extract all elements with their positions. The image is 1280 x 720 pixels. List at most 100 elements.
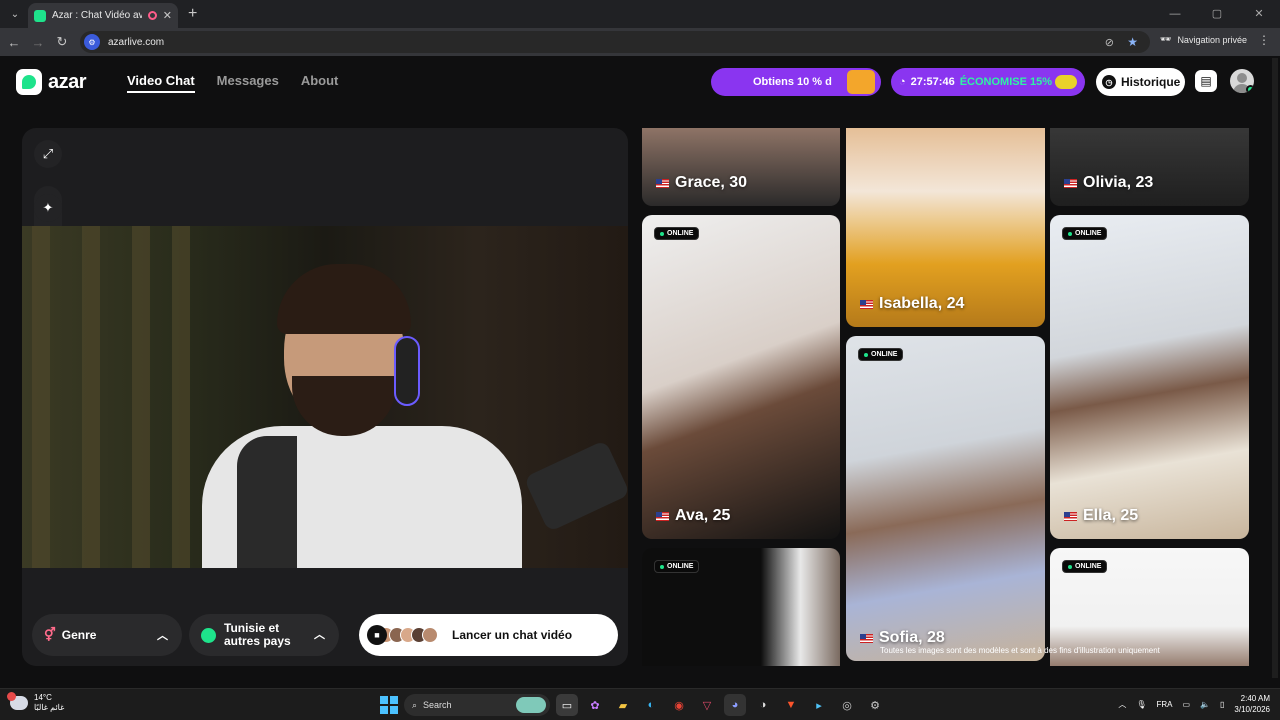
magic-wand-icon[interactable]: ✦: [34, 194, 62, 222]
windows-start-icon[interactable]: [380, 696, 398, 714]
genre-label: Genre: [61, 628, 97, 642]
volume-icon[interactable]: 🔈: [1200, 700, 1210, 709]
cloud-icon: [7, 692, 28, 710]
microphone-icon[interactable]: 🎙: [1136, 700, 1146, 709]
minimize-icon[interactable]: —: [1154, 0, 1196, 28]
history-clock-icon: ◷: [1102, 75, 1116, 89]
country-label: Tunisie et autres pays: [224, 621, 291, 648]
chevron-up-icon: ︿: [157, 630, 168, 642]
weather-desc: غائم غالبًا: [34, 703, 65, 712]
azar-logo[interactable]: azar: [16, 69, 87, 95]
discount-promo-button[interactable]: Obtiens 10 % d: [711, 68, 881, 96]
us-flag-icon: [656, 511, 669, 521]
profile-name-row: Sofia, 28: [860, 629, 945, 647]
copilot-icon[interactable]: ✿: [584, 694, 606, 716]
address-bar[interactable]: ⚙ azarlive.com ⊘ ★: [80, 31, 1150, 53]
online-badge: ONLINE: [654, 560, 700, 573]
us-flag-icon: [656, 178, 669, 188]
incognito-indicator[interactable]: 🕶 Navigation privée: [1160, 34, 1247, 45]
brave-icon[interactable]: ▼: [780, 694, 802, 716]
chevron-up-icon: ︿: [314, 628, 325, 641]
us-flag-icon: [860, 299, 873, 309]
weather-widget[interactable]: 14°C غائم غالبًا: [7, 692, 65, 713]
shop-box-icon[interactable]: ▤: [1195, 70, 1217, 92]
maximize-icon[interactable]: ▢: [1196, 0, 1238, 28]
browser-toolbar: ← → ↻ ⚙ azarlive.com ⊘ ★ 🕶 Navigation pr…: [0, 28, 1280, 56]
language-indicator[interactable]: FRA: [1156, 700, 1172, 709]
video-chat-panel: ⤢ ✦ ☺ ⚥ Genre ︿ Tunisie et autres pays ︿…: [22, 128, 628, 666]
file-explorer-icon[interactable]: ▰: [612, 694, 634, 716]
system-tray: ︿ 🎙 FRA ▭ 🔈 ▯ 2:40 AM 3/10/2026: [1118, 693, 1270, 715]
profile-card[interactable]: Grace, 30: [642, 128, 840, 206]
tab-search-chevron-icon[interactable]: ⌄: [4, 3, 26, 25]
profile-name-row: Ella, 25: [1064, 507, 1138, 525]
profile-card[interactable]: ONLINE Ava, 25: [642, 215, 840, 539]
new-tab-button[interactable]: +: [188, 5, 197, 23]
weather-temp: 14°C: [34, 693, 52, 702]
forward-icon[interactable]: →: [26, 35, 50, 50]
history-button[interactable]: ◷ Historique: [1096, 68, 1185, 96]
gender-icon: ⚥: [44, 627, 56, 642]
profile-card[interactable]: Isabella, 24: [846, 128, 1045, 327]
promo-timer: 27:57:46: [910, 76, 955, 88]
reload-icon[interactable]: ↻: [50, 34, 74, 50]
profile-name: Isabella, 24: [879, 295, 965, 312]
expand-icon[interactable]: ⤢: [34, 140, 62, 168]
edge-icon[interactable]: ◐: [640, 694, 662, 716]
online-badge: ONLINE: [858, 348, 904, 361]
search-highlight-art: [516, 697, 546, 713]
user-avatar[interactable]: [1230, 69, 1254, 93]
nav-video-chat[interactable]: Video Chat: [127, 73, 195, 93]
profile-card[interactable]: ONLINE Sofia, 28: [846, 336, 1045, 661]
nav-messages[interactable]: Messages: [217, 73, 279, 93]
date: 3/10/2026: [1234, 705, 1270, 714]
profile-name: Grace, 30: [675, 174, 748, 191]
pie-app-icon[interactable]: ◑: [752, 694, 774, 716]
chevron-up-icon[interactable]: ︿: [1118, 699, 1126, 710]
coins-icon: [1055, 75, 1077, 89]
site-info-icon[interactable]: ⚙: [84, 34, 100, 50]
clock[interactable]: 2:40 AM 3/10/2026: [1234, 693, 1270, 715]
terminal-app-icon[interactable]: ▸: [808, 694, 830, 716]
profile-name-row: Isabella, 24: [860, 295, 964, 313]
gender-filter-button[interactable]: ⚥ Genre ︿: [32, 614, 182, 656]
taskbar-search[interactable]: ⌕ Search: [404, 694, 550, 716]
profile-card[interactable]: ONLINE Ella, 25: [1050, 215, 1249, 539]
profile-card[interactable]: Olivia, 23: [1050, 128, 1249, 206]
country-filter-button[interactable]: Tunisie et autres pays ︿: [189, 614, 339, 656]
start-video-chat-button[interactable]: ■ Lancer un chat vidéo: [359, 614, 618, 656]
battery-icon[interactable]: ▯: [1220, 700, 1224, 709]
profile-card[interactable]: ONLINE: [642, 548, 840, 666]
close-tab-icon[interactable]: ✕: [163, 9, 172, 22]
timer-promo-button[interactable]: ◔ 27:57:46 ÉCONOMISE 15%: [891, 68, 1085, 96]
settings-gear-icon[interactable]: ⚙: [864, 694, 886, 716]
network-icon[interactable]: ▭: [1182, 700, 1190, 709]
treasure-chest-icon: [847, 70, 875, 94]
task-view-icon[interactable]: ▭: [556, 694, 578, 716]
browser-menu-icon[interactable]: ⋮: [1258, 33, 1270, 47]
browser-tab-bar: ⌄ Azar : Chat Vidéo avec de n ✕ + — ▢ ✕: [0, 0, 1280, 28]
app-v-icon[interactable]: ▽: [696, 694, 718, 716]
globe-icon: [201, 627, 216, 643]
discord-icon[interactable]: ◕: [724, 694, 746, 716]
back-icon[interactable]: ←: [2, 35, 26, 50]
chrome-icon[interactable]: ◉: [668, 694, 690, 716]
search-icon: ⌕: [412, 699, 418, 710]
online-badge: ONLINE: [1062, 560, 1108, 573]
windows-taskbar: 14°C غائم غالبًا ⌕ Search ▭ ✿ ▰ ◐ ◉ ▽ ◕ …: [0, 688, 1280, 720]
close-window-icon[interactable]: ✕: [1238, 0, 1280, 28]
browser-tab[interactable]: Azar : Chat Vidéo avec de n ✕: [28, 3, 178, 28]
profile-name-row: Ava, 25: [656, 507, 730, 525]
incognito-label: Navigation privée: [1177, 34, 1247, 45]
profile-name: Olivia, 23: [1083, 174, 1154, 191]
page-scrollbar[interactable]: [1272, 58, 1278, 678]
incognito-icon: 🕶: [1160, 34, 1172, 44]
history-label: Historique: [1121, 75, 1181, 89]
recording-indicator-icon: [147, 11, 157, 20]
bookmark-star-icon[interactable]: ★: [1127, 35, 1138, 49]
eye-off-icon[interactable]: ⊘: [1105, 36, 1114, 49]
nav-about[interactable]: About: [301, 73, 339, 93]
steam-like-icon[interactable]: ◎: [836, 694, 858, 716]
url-text: azarlive.com: [108, 36, 165, 48]
video-camera-icon: ■: [367, 625, 387, 645]
